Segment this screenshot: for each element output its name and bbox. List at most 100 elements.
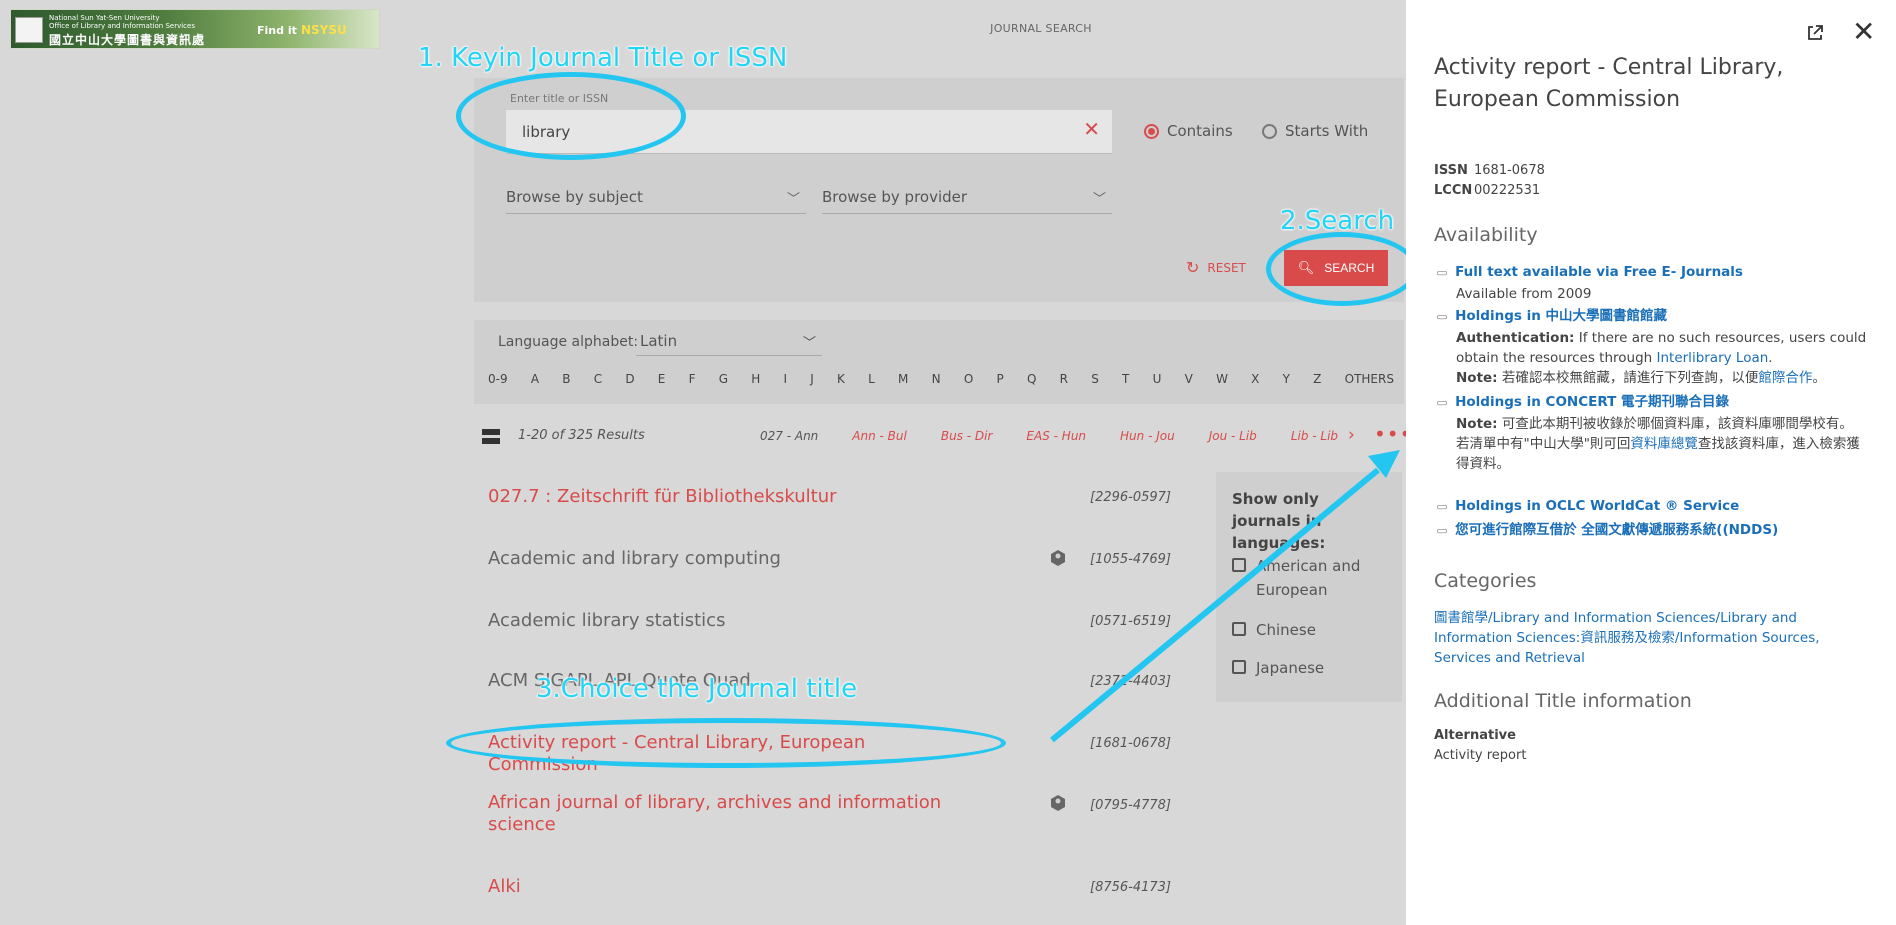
letter-link[interactable]: B [562,372,570,386]
letter-link[interactable]: P [997,372,1004,386]
letter-link[interactable]: D [625,372,634,386]
availability-heading: Availability [1434,224,1538,246]
next-page-icon[interactable]: › [1348,425,1355,445]
availability-link-free-ejournals: Full text available via Free E- Journals… [1436,262,1872,304]
range-pager: 027 - Ann Ann - Bul Bus - Dir EAS - Hun … [760,429,1372,443]
link-holdings-nsysu[interactable]: Holdings in 中山大學圖書館館藏 [1436,306,1872,328]
link-holdings-concert[interactable]: Holdings in CONCERT 電子期刊聯合目錄 [1436,392,1872,414]
radio-contains[interactable]: Contains [1144,122,1233,140]
letter-link[interactable]: R [1060,372,1068,386]
open-external-icon[interactable] [1806,24,1824,42]
availability-link-worldcat: Holdings in OCLC WorldCat ® Service [1436,496,1872,518]
radio-unselected-icon [1262,123,1277,139]
range-link-current[interactable]: 027 - Ann [760,429,818,443]
browse-subject-select[interactable]: Browse by subject ﹀ [506,186,806,214]
letter-link[interactable]: W [1216,372,1228,386]
letter-link[interactable]: M [898,372,908,386]
result-title[interactable]: African journal of library, archives and… [488,792,948,836]
result-issn: [2296-0597] [1090,490,1172,505]
additional-title-heading: Additional Title information [1434,690,1692,712]
range-link[interactable]: Ann - Bul [852,429,907,443]
letter-link[interactable]: T [1122,372,1129,386]
language-filter: Show only journals in languages: America… [1216,472,1402,702]
result-issn: [0795-4778] [1090,798,1172,813]
auth-note: Authentication: If there are no such res… [1456,330,1867,366]
annotation-ring-search-field [456,72,686,160]
letter-link[interactable]: Y [1283,372,1290,386]
letter-link[interactable]: A [531,372,539,386]
letter-link[interactable]: X [1251,372,1259,386]
letter-link[interactable]: Z [1313,372,1321,386]
result-title[interactable]: 027.7 : Zeitschrift für Bibliothekskultu… [488,486,948,508]
categories-link[interactable]: 圖書館學/Library and Information Sciences/Li… [1434,608,1874,668]
availability-link-holdings: Holdings in 中山大學圖書館館藏 Authentication: If… [1436,306,1872,388]
annotation-ring-search-button [1266,232,1418,306]
letter-link[interactable]: J [810,372,814,386]
detail-lccn: LCCN 00222531 [1434,183,1541,198]
letter-link[interactable]: O [964,372,973,386]
link-ndds[interactable]: 您可進行館際互借於 全國文獻傳遞服務系統((NDDS) [1436,520,1872,542]
letter-link[interactable]: U [1153,372,1162,386]
checkbox-icon [1232,558,1246,572]
letter-link[interactable]: C [594,372,602,386]
letter-link[interactable]: H [751,372,760,386]
range-link[interactable]: Jou - Lib [1209,429,1257,443]
reset-button[interactable]: ↻ RESET [1186,258,1246,277]
filter-checkbox[interactable]: American and European [1232,554,1392,602]
interlibrary-loan-link[interactable]: Interlibrary Loan [1657,350,1769,366]
letter-link[interactable]: 0-9 [488,372,508,386]
detail-issn: ISSN 1681-0678 [1434,163,1545,178]
filter-checkbox[interactable]: Japanese [1232,656,1392,680]
letter-link[interactable]: OTHERS [1345,372,1394,386]
result-title[interactable]: Academic library statistics [488,610,948,632]
ill-link[interactable]: 館際合作 [1758,370,1812,386]
letter-link[interactable]: K [837,372,845,386]
link-free-ejournals[interactable]: Full text available via Free E- Journals [1436,262,1872,284]
annotation-step3: 3.Choice the Journal title [536,674,858,704]
result-title[interactable]: Academic and library computing [488,548,948,570]
availability-link-ndds: 您可進行館際互借於 全國文獻傳遞服務系統((NDDS) [1436,520,1872,542]
list-view-icon[interactable] [482,429,500,444]
letter-link[interactable]: S [1091,372,1099,386]
detail-title: Activity report - Central Library, Europ… [1434,55,1784,112]
database-overview-link[interactable]: 資料庫總覽 [1630,436,1698,452]
chevron-down-icon: ﹀ [1092,192,1106,207]
result-issn: [8756-4173] [1090,880,1172,895]
link-holdings-worldcat[interactable]: Holdings in OCLC WorldCat ® Service [1436,496,1872,518]
filter-checkbox[interactable]: Chinese [1232,618,1392,642]
language-select[interactable]: Latin ﹀ [636,330,822,356]
range-link[interactable]: EAS - Hun [1026,429,1086,443]
logo-chinese: 國立中山大學圖書與資訊處 [49,33,206,47]
annotation-step2: 2.Search [1280,206,1395,236]
filter-title: Show only journals in languages: [1232,490,1326,552]
letter-link[interactable]: N [932,372,941,386]
letter-link[interactable]: L [868,372,875,386]
range-link[interactable]: Hun - Jou [1120,429,1175,443]
library-logo[interactable]: National Sun Yat-Sen University Office of… [10,9,380,49]
letter-link[interactable]: Q [1027,372,1036,386]
letter-link[interactable]: E [658,372,666,386]
categories-heading: Categories [1434,570,1537,592]
letter-link[interactable]: I [784,372,788,386]
alphabet-panel: Language alphabet: Latin ﹀ 0-9 A B C D E… [474,320,1404,404]
reset-icon: ↻ [1186,258,1200,277]
holdings-note: Note: 若確認本校無館藏，請進行下列查詢，以便館際合作。 [1456,370,1826,386]
range-link[interactable]: Bus - Dir [941,429,993,443]
result-issn: [1055-4769] [1090,552,1172,567]
radio-starts-with[interactable]: Starts With [1262,122,1368,140]
concert-note-2: 若清單中有"中山大學"則可回資料庫總覽查找該資料庫，進入檢索獲得資料。 [1456,436,1860,472]
range-link[interactable]: Lib - Lib [1291,429,1338,443]
detail-panel: ✕ Activity report - Central Library, Eur… [1406,0,1896,925]
close-icon[interactable]: ✕ [1852,18,1875,46]
logo-english: National Sun Yat-Sen University Office of… [49,14,195,30]
radio-selected-icon [1144,123,1159,139]
results-bar: 1-20 of 325 Results 027 - Ann Ann - Bul … [474,420,1411,454]
clear-icon[interactable]: ✕ [1083,119,1100,139]
letter-link[interactable]: F [689,372,696,386]
letter-link[interactable]: V [1185,372,1193,386]
availability-link-concert: Holdings in CONCERT 電子期刊聯合目錄 Note: 可查此本期… [1436,392,1872,474]
result-title[interactable]: Alki [488,876,948,898]
browse-provider-select[interactable]: Browse by provider ﹀ [822,186,1112,214]
letter-link[interactable]: G [719,372,728,386]
building-icon [15,17,43,43]
